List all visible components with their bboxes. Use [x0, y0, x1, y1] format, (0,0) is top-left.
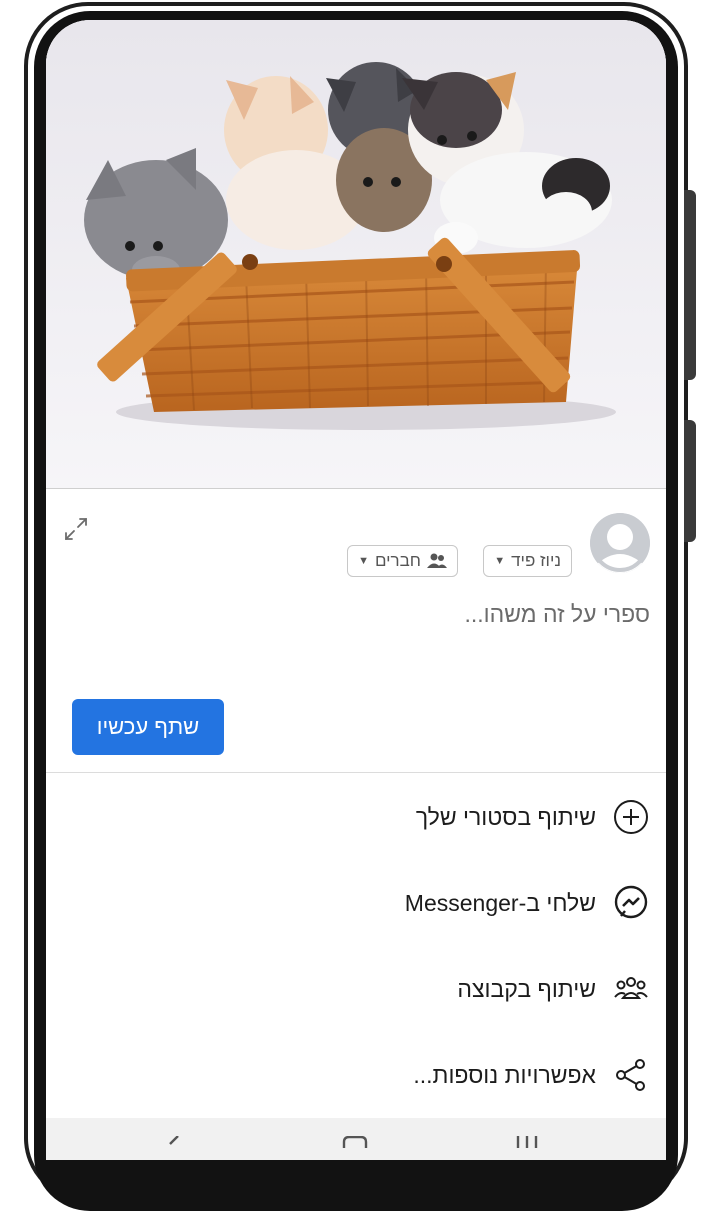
plus-circle-icon	[612, 798, 650, 836]
expand-icon[interactable]	[62, 515, 90, 543]
share-option-label: שיתוף בסטורי שלך	[415, 803, 596, 830]
home-icon[interactable]	[342, 1136, 368, 1148]
post-text-input[interactable]: ספרי על זה משהו...	[464, 601, 650, 628]
audience-privacy-label: חברים	[374, 551, 421, 570]
share-to-group-option[interactable]: שיתוף בקבוצה	[457, 969, 650, 1009]
avatar	[590, 513, 650, 573]
send-messenger-option[interactable]: שלחי ב-Messenger	[405, 883, 650, 923]
share-option-label: שיתוף בקבוצה	[457, 975, 596, 1002]
messenger-icon	[612, 884, 650, 922]
audience-feed-label: ניוז פיד	[511, 551, 561, 570]
default-avatar-icon	[590, 513, 650, 573]
volume-button	[684, 190, 696, 380]
chevron-down-icon: ▼	[494, 555, 506, 567]
share-options-list: שיתוף בסטורי שלך שלחי ב-Messenger שיתוף …	[46, 772, 666, 1091]
friends-icon	[427, 553, 447, 568]
share-option-label: אפשרויות נוספות...	[413, 1061, 596, 1088]
shared-photo[interactable]	[46, 20, 666, 488]
phone-screen: ניוז פיד ▼ חברים ▼ ספרי על זה משהו... שת…	[46, 20, 666, 1160]
share-icon	[612, 1056, 650, 1094]
audience-privacy-selector[interactable]: חברים ▼	[347, 545, 458, 577]
more-options-option[interactable]: אפשרויות נוספות...	[413, 1055, 650, 1095]
kittens-in-basket-image	[46, 20, 666, 488]
back-icon[interactable]	[166, 1136, 182, 1148]
share-now-button[interactable]: שתף עכשיו	[72, 699, 224, 755]
audience-feed-selector[interactable]: ניוז פיד ▼	[483, 545, 572, 577]
chevron-down-icon: ▼	[358, 555, 369, 567]
group-icon	[612, 970, 650, 1008]
power-button	[684, 420, 696, 542]
share-option-label: שלחי ב-Messenger	[404, 889, 596, 916]
post-composer: ניוז פיד ▼ חברים ▼ ספרי על זה משהו... שת…	[46, 488, 666, 773]
recent-apps-icon[interactable]	[512, 1136, 542, 1148]
share-to-story-option[interactable]: שיתוף בסטורי שלך	[416, 797, 650, 837]
system-navigation-bar	[46, 1118, 666, 1160]
